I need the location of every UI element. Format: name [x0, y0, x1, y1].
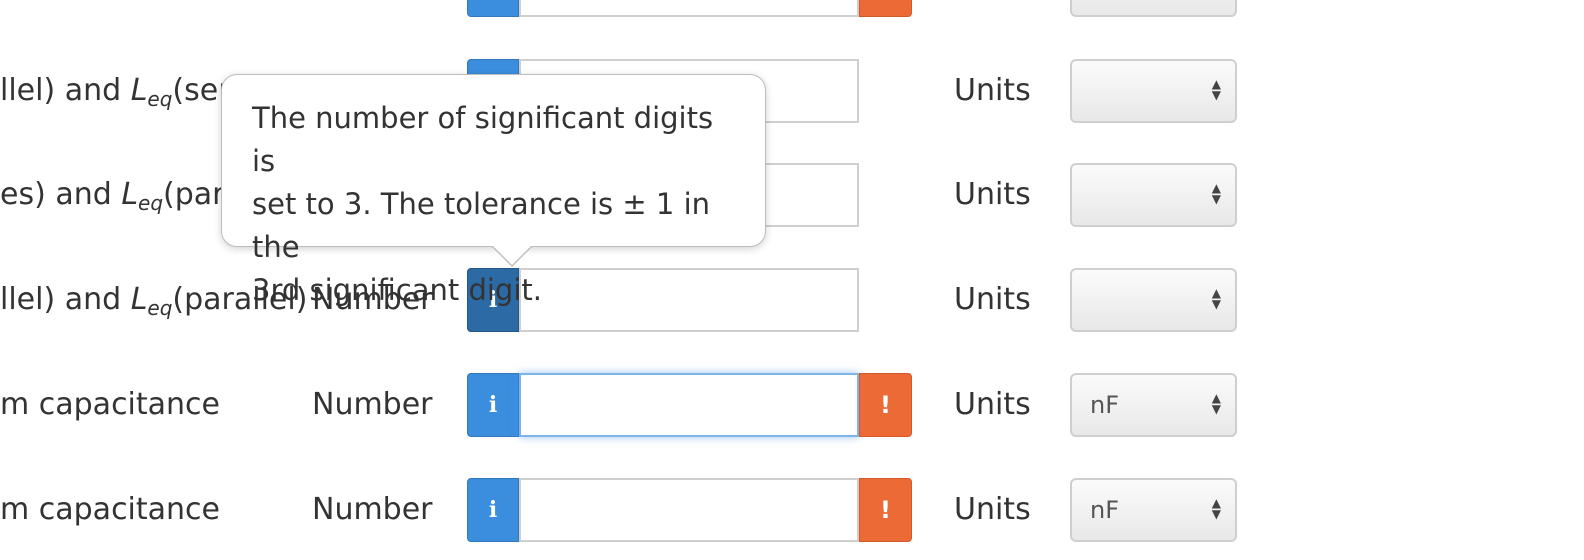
warning-icon: ! — [880, 496, 891, 524]
info-icon: i — [488, 392, 498, 418]
select-arrows-icon: ▲ ▼ — [1211, 181, 1221, 206]
units-label: Units — [954, 282, 1031, 317]
units-select[interactable] — [1070, 0, 1237, 17]
answer-row: llel) and Leq(parallel) Number i Units ▲… — [0, 268, 1584, 332]
units-value: nF — [1090, 496, 1120, 524]
number-input[interactable] — [519, 0, 859, 17]
select-arrows-icon: ▲ ▼ — [1211, 391, 1221, 416]
warning-button[interactable]: ! — [859, 373, 912, 437]
units-label: Units — [954, 177, 1031, 212]
number-label: Number — [312, 387, 433, 422]
select-arrows-icon: ▲ ▼ — [1211, 77, 1221, 102]
warning-button[interactable]: ! — [859, 478, 912, 542]
answer-row: i ! — [0, 0, 1584, 17]
answer-row: m capacitance Number i ! Units nF ▲ ▼ — [0, 373, 1584, 437]
units-value: nF — [1090, 391, 1120, 419]
number-label: Number — [312, 492, 433, 527]
question-label: m capacitance — [0, 492, 221, 527]
question-label: llel) and Leq(serie — [0, 73, 258, 111]
info-icon: i — [488, 497, 498, 523]
number-input[interactable] — [519, 478, 859, 542]
select-arrows-icon: ▲ ▼ — [1211, 496, 1221, 521]
units-label: Units — [954, 492, 1031, 527]
units-select[interactable]: nF ▲ ▼ — [1070, 478, 1237, 542]
tooltip-arrow — [491, 245, 533, 267]
units-label: Units — [954, 387, 1031, 422]
question-label: m capacitance — [0, 387, 221, 422]
tooltip-line: The number of significant digits is — [252, 101, 714, 178]
units-select[interactable]: nF ▲ ▼ — [1070, 373, 1237, 437]
warning-button[interactable]: ! — [859, 0, 912, 17]
tooltip-line: 3rd significant digit. — [252, 273, 542, 307]
info-button[interactable]: i — [467, 478, 519, 542]
units-select[interactable]: ▲ ▼ — [1070, 268, 1237, 332]
number-input[interactable] — [519, 373, 859, 437]
answer-row: m capacitance Number i ! Units nF ▲ ▼ — [0, 478, 1584, 542]
info-button[interactable]: i — [467, 373, 519, 437]
units-select[interactable]: ▲ ▼ — [1070, 163, 1237, 227]
select-arrows-icon: ▲ ▼ — [1211, 286, 1221, 311]
significant-digits-tooltip: The number of significant digits is set … — [221, 74, 766, 307]
units-label: Units — [954, 73, 1031, 108]
info-button[interactable]: i — [467, 0, 519, 17]
units-select[interactable]: ▲ ▼ — [1070, 59, 1237, 123]
warning-icon: ! — [880, 391, 891, 419]
